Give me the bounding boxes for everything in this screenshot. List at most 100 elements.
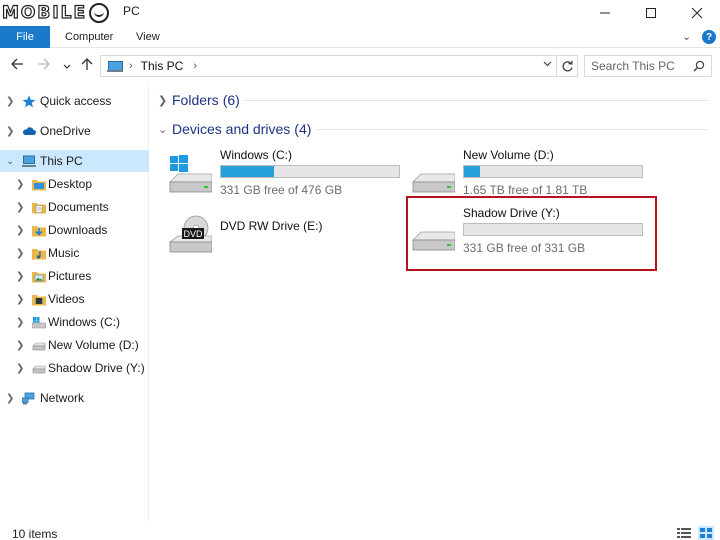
chevron-right-icon[interactable]: ❯ <box>16 363 24 374</box>
chevron-right-icon[interactable]: ❯ <box>16 202 24 213</box>
drive-free-space: 331 GB free of 476 GB <box>220 183 343 197</box>
chevron-right-icon[interactable]: ❯ <box>6 96 14 107</box>
chevron-right-icon[interactable]: ❯ <box>158 94 172 107</box>
close-button[interactable] <box>674 0 720 26</box>
refresh-button[interactable] <box>558 55 578 77</box>
drive-tile-dvd-rw-e[interactable]: DVD DVD RW Drive (E:) <box>168 208 408 264</box>
content-pane: ❯ Folders (6) ⌄ Devices and drives (4) W… <box>150 82 720 522</box>
tab-file[interactable]: File <box>0 26 50 48</box>
chevron-right-icon[interactable]: ❯ <box>6 393 14 404</box>
documents-folder-icon <box>32 202 46 213</box>
music-folder-icon <box>32 248 46 259</box>
drive-usage-fill <box>221 166 275 177</box>
tab-computer[interactable]: Computer <box>65 26 113 48</box>
chevron-right-icon[interactable]: ❯ <box>16 179 24 190</box>
sidebar-item-windows-c[interactable]: ❯ Windows (C:) <box>0 311 149 333</box>
drive-icon <box>32 342 46 350</box>
title-bar: MOBILE PC <box>0 0 720 26</box>
sidebar-item-label: Downloads <box>48 223 108 237</box>
sidebar-item-downloads[interactable]: ❯ Downloads <box>0 219 149 241</box>
sidebar-item-pictures[interactable]: ❯ Pictures <box>0 265 149 287</box>
drive-usage-fill <box>464 166 481 177</box>
window-title: PC <box>123 4 140 18</box>
highlight-box <box>406 196 657 271</box>
chevron-right-icon[interactable]: ❯ <box>16 225 24 236</box>
search-input[interactable]: Search This PC <box>584 55 712 77</box>
sidebar-item-label: Windows (C:) <box>48 315 121 329</box>
sidebar-item-label: Quick access <box>40 94 112 108</box>
group-folders-header[interactable]: ❯ Folders (6) <box>158 89 240 111</box>
sidebar-item-videos[interactable]: ❯ Videos <box>0 288 149 310</box>
computer-icon <box>107 60 123 72</box>
drive-usage-bar <box>220 165 400 178</box>
status-bar: 10 items <box>0 522 720 540</box>
sidebar-item-label: Shadow Drive (Y:) <box>48 361 145 375</box>
chevron-right-icon[interactable]: ❯ <box>16 248 24 259</box>
refresh-icon <box>562 60 573 71</box>
chevron-right-icon[interactable]: ❯ <box>16 271 24 282</box>
sidebar-item-label: Pictures <box>48 269 92 283</box>
address-bar[interactable]: › This PC › <box>100 55 557 77</box>
windows-drive-icon <box>32 316 46 328</box>
arrow-up-icon <box>81 58 93 70</box>
recent-locations-button[interactable] <box>63 58 71 74</box>
chevron-right-icon[interactable]: ❯ <box>16 340 24 351</box>
expand-ribbon-chevron-icon[interactable]: ⌄ <box>682 30 691 43</box>
search-placeholder: Search This PC <box>591 59 675 73</box>
downloads-folder-icon <box>32 225 46 236</box>
chevron-right-icon[interactable]: ❯ <box>16 294 24 305</box>
drive-usage-bar <box>463 165 643 178</box>
help-button[interactable]: ? <box>702 30 716 44</box>
sidebar-item-new-volume-d[interactable]: ❯ New Volume (D:) <box>0 334 149 356</box>
sidebar-item-quick-access[interactable]: ❯ Quick access <box>0 90 149 112</box>
sidebar-item-desktop[interactable]: ❯ Desktop <box>0 173 149 195</box>
pictures-folder-icon <box>32 271 46 282</box>
back-button[interactable] <box>10 57 24 74</box>
drive-icon <box>32 365 46 373</box>
sidebar-item-shadow-drive-y[interactable]: ❯ Shadow Drive (Y:) <box>0 357 149 379</box>
drive-tile-windows-c[interactable]: Windows (C:) 331 GB free of 476 GB <box>168 148 408 204</box>
desktop-folder-icon <box>32 179 46 190</box>
network-icon <box>22 392 35 404</box>
chevron-right-icon[interactable]: ❯ <box>16 317 24 328</box>
search-icon <box>693 60 705 72</box>
breadcrumb-chevron-icon[interactable]: › <box>129 60 133 72</box>
sidebar-item-label: Music <box>48 246 80 260</box>
group-devices-header[interactable]: ⌄ Devices and drives (4) <box>158 118 311 140</box>
sidebar-item-music[interactable]: ❯ Music <box>0 242 149 264</box>
close-icon <box>691 7 703 19</box>
sidebar-item-label: New Volume (D:) <box>48 338 139 352</box>
breadcrumb-this-pc[interactable]: This PC <box>141 59 184 73</box>
sidebar-item-documents[interactable]: ❯ Documents <box>0 196 149 218</box>
sidebar-item-label: Documents <box>48 200 109 214</box>
sidebar-item-this-pc[interactable]: ⌄ This PC <box>0 150 149 172</box>
tab-view[interactable]: View <box>136 26 160 48</box>
drive-free-space: 1.65 TB free of 1.81 TB <box>463 183 588 197</box>
sidebar-item-label: This PC <box>40 154 83 168</box>
sidebar-item-onedrive[interactable]: ❯ OneDrive <box>0 120 149 142</box>
watermark-logo: MOBILE <box>1 2 110 24</box>
drive-name: Windows (C:) <box>220 148 293 162</box>
minimize-icon <box>600 12 610 14</box>
address-history-chevron-icon[interactable] <box>543 59 552 71</box>
large-icons-view-icon[interactable] <box>698 526 714 540</box>
group-title: Devices and drives <box>172 121 291 137</box>
arrow-right-icon <box>38 58 50 70</box>
chevron-down-icon <box>63 64 71 69</box>
navigation-pane: ❯ Quick access ❯ OneDrive ⌄ This PC ❯ De… <box>0 82 149 522</box>
details-view-icon[interactable] <box>676 526 692 540</box>
group-divider <box>244 100 708 101</box>
cloud-icon <box>22 126 36 135</box>
up-button[interactable] <box>80 57 94 74</box>
sidebar-item-network[interactable]: ❯ Network <box>0 387 149 409</box>
chevron-right-icon[interactable]: ❯ <box>6 126 14 137</box>
windows-drive-icon <box>169 155 212 193</box>
breadcrumb-chevron-icon[interactable]: › <box>193 60 197 72</box>
chevron-down-icon[interactable]: ⌄ <box>158 123 172 136</box>
forward-button[interactable] <box>37 57 51 74</box>
maximize-button[interactable] <box>628 0 674 26</box>
minimize-button[interactable] <box>582 0 628 26</box>
dvd-label: DVD <box>183 229 203 239</box>
sidebar-item-label: Videos <box>48 292 85 306</box>
chevron-down-icon[interactable]: ⌄ <box>6 156 14 167</box>
